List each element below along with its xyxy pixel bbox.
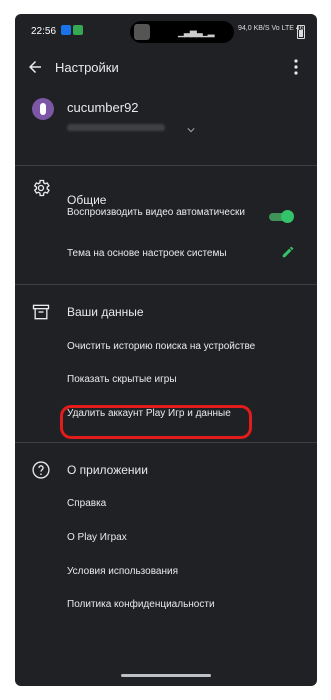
- help-item[interactable]: Справка: [67, 496, 106, 511]
- section-title-about: О приложении: [67, 463, 148, 477]
- autoplay-toggle[interactable]: [269, 210, 294, 223]
- chevron-down-icon[interactable]: [187, 127, 195, 133]
- notification-icon: [73, 25, 83, 35]
- notification-icon: [61, 25, 71, 35]
- media-app-icon: [134, 24, 150, 40]
- terms-of-use-item[interactable]: Условия использования: [67, 564, 178, 579]
- divider: [15, 442, 317, 443]
- status-indicators: 94,0 KB/S Vo LTE 46: [238, 25, 304, 32]
- avatar[interactable]: [32, 98, 54, 120]
- clear-search-history-item[interactable]: Очистить историю поиска на устройстве: [67, 339, 255, 354]
- top-app-bar: Настройки: [15, 50, 317, 86]
- privacy-policy-item[interactable]: Политика конфиденциальности: [67, 597, 215, 612]
- autoplay-setting-label[interactable]: Воспроизводить видео автоматически: [67, 205, 257, 220]
- highlight-annotation: [60, 405, 252, 439]
- home-indicator[interactable]: [121, 674, 211, 677]
- status-time: 22:56: [31, 26, 57, 37]
- account-username: cucumber92: [67, 100, 139, 115]
- edit-pencil-icon[interactable]: [281, 245, 295, 259]
- about-play-games-item[interactable]: О Play Играх: [67, 530, 127, 545]
- theme-setting-label[interactable]: Тема на основе настроек системы: [67, 246, 227, 261]
- section-title-your-data: Ваши данные: [67, 305, 144, 319]
- divider: [15, 284, 317, 285]
- page-title: Настройки: [55, 60, 119, 75]
- divider: [15, 165, 317, 166]
- back-arrow-icon[interactable]: [26, 58, 44, 76]
- gear-icon: [33, 179, 50, 197]
- account-email-redacted: [67, 124, 165, 131]
- phone-screen: 22:56 ▁▃▅▃▁▂ 94,0 KB/S Vo LTE 46 Настрой…: [15, 14, 317, 686]
- help-circle-icon: [32, 461, 50, 479]
- archive-icon: [32, 304, 50, 320]
- show-hidden-games-item[interactable]: Показать скрытые игры: [67, 372, 177, 387]
- dynamic-island: ▁▃▅▃▁▂: [130, 21, 234, 43]
- more-vert-icon[interactable]: [293, 58, 299, 76]
- battery-icon: [297, 25, 305, 39]
- status-bar: 22:56 ▁▃▅▃▁▂ 94,0 KB/S Vo LTE 46: [15, 14, 317, 48]
- toggle-knob: [281, 210, 294, 223]
- audio-wave-icon: ▁▃▅▃▁▂: [178, 27, 215, 37]
